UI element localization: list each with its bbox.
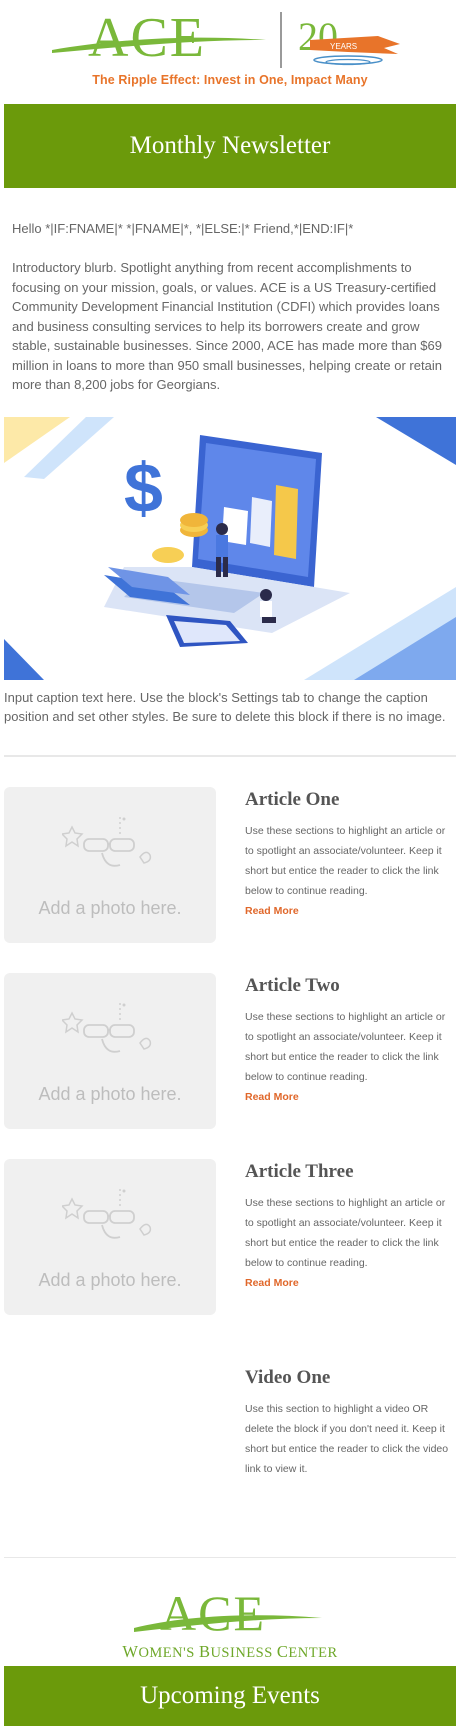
article-title: Article Three xyxy=(245,1160,354,1182)
ace-wbc-logo: ACE xyxy=(134,1585,322,1641)
finance-illustration: $ xyxy=(4,416,456,680)
photo-placeholder[interactable]: Add a photo here. xyxy=(4,1158,216,1315)
read-more-link[interactable]: Read More xyxy=(245,905,299,917)
ace-20-years-logo: ACE 20 YEARS xyxy=(52,7,400,69)
newsletter-banner: Monthly Newsletter xyxy=(4,104,456,188)
upcoming-events-banner: Upcoming Events xyxy=(4,1665,456,1726)
womens-business-center: WOMEN'S BUSINESS CENTER xyxy=(122,1641,338,1661)
footer-logo-text: ACE xyxy=(160,1585,266,1641)
svg-text:$: $ xyxy=(124,449,163,527)
video-block: Video One Use this section to highlight … xyxy=(4,1365,456,1515)
logo-text: ACE xyxy=(88,7,206,69)
photo-placeholder-text: Add a photo here. xyxy=(38,1269,182,1290)
article-text: Use these sections to highlight an artic… xyxy=(245,1196,446,1269)
article-block: Add a photo here. Article Three Use thes… xyxy=(4,1158,456,1315)
article-body: Article Two Use these sections to highli… xyxy=(245,973,456,1129)
anniversary-word: YEARS xyxy=(330,42,357,51)
photo-placeholder-text: Add a photo here. xyxy=(38,897,182,918)
article-text: Use these sections to highlight an artic… xyxy=(245,1010,446,1083)
video-body: Video One Use this section to highlight … xyxy=(245,1365,456,1515)
video-text: Use this section to highlight a video OR… xyxy=(245,1402,449,1475)
newsletter-title: Monthly Newsletter xyxy=(129,132,331,159)
image-caption: Input caption text here. Use the block's… xyxy=(4,689,446,725)
article-title: Article One xyxy=(245,788,340,810)
divider xyxy=(4,754,456,757)
hero-illustration: $ xyxy=(4,416,456,680)
photo-placeholder-icon xyxy=(62,1002,152,1053)
footer-logo: ACE WOMEN'S BUSINESS CENTER xyxy=(0,1558,460,1666)
header-logo: ACE 20 YEARS The Ripple Effect: Invest i… xyxy=(0,0,460,104)
photo-placeholder-icon xyxy=(62,816,152,867)
video-title: Video One xyxy=(245,1366,331,1388)
photo-placeholder[interactable]: Add a photo here. xyxy=(4,786,216,943)
photo-placeholder-text: Add a photo here. xyxy=(38,1083,182,1104)
article-title: Article Two xyxy=(245,974,340,996)
article-text: Use these sections to highlight an artic… xyxy=(245,824,446,897)
upcoming-events-title: Upcoming Events xyxy=(140,1681,320,1709)
anniversary-number: 20 xyxy=(298,14,338,59)
tagline: The Ripple Effect: Invest in One, Impact… xyxy=(92,73,368,87)
article-block: Add a photo here. Article Two Use these … xyxy=(4,972,456,1129)
read-more-link[interactable]: Read More xyxy=(245,1091,299,1103)
read-more-link[interactable]: Read More xyxy=(245,1277,299,1289)
article-block: Add a photo here. Article One Use these … xyxy=(4,786,456,943)
video-placeholder[interactable] xyxy=(4,1365,216,1515)
article-body: Article One Use these sections to highli… xyxy=(245,787,456,943)
article-body: Article Three Use these sections to high… xyxy=(245,1159,456,1315)
greeting: Hello *|IF:FNAME|* *|FNAME|*, *|ELSE:|* … xyxy=(12,221,354,236)
photo-placeholder[interactable]: Add a photo here. xyxy=(4,972,216,1129)
photo-placeholder-icon xyxy=(62,1188,152,1239)
intro-blurb: Introductory blurb. Spotlight anything f… xyxy=(12,260,442,392)
